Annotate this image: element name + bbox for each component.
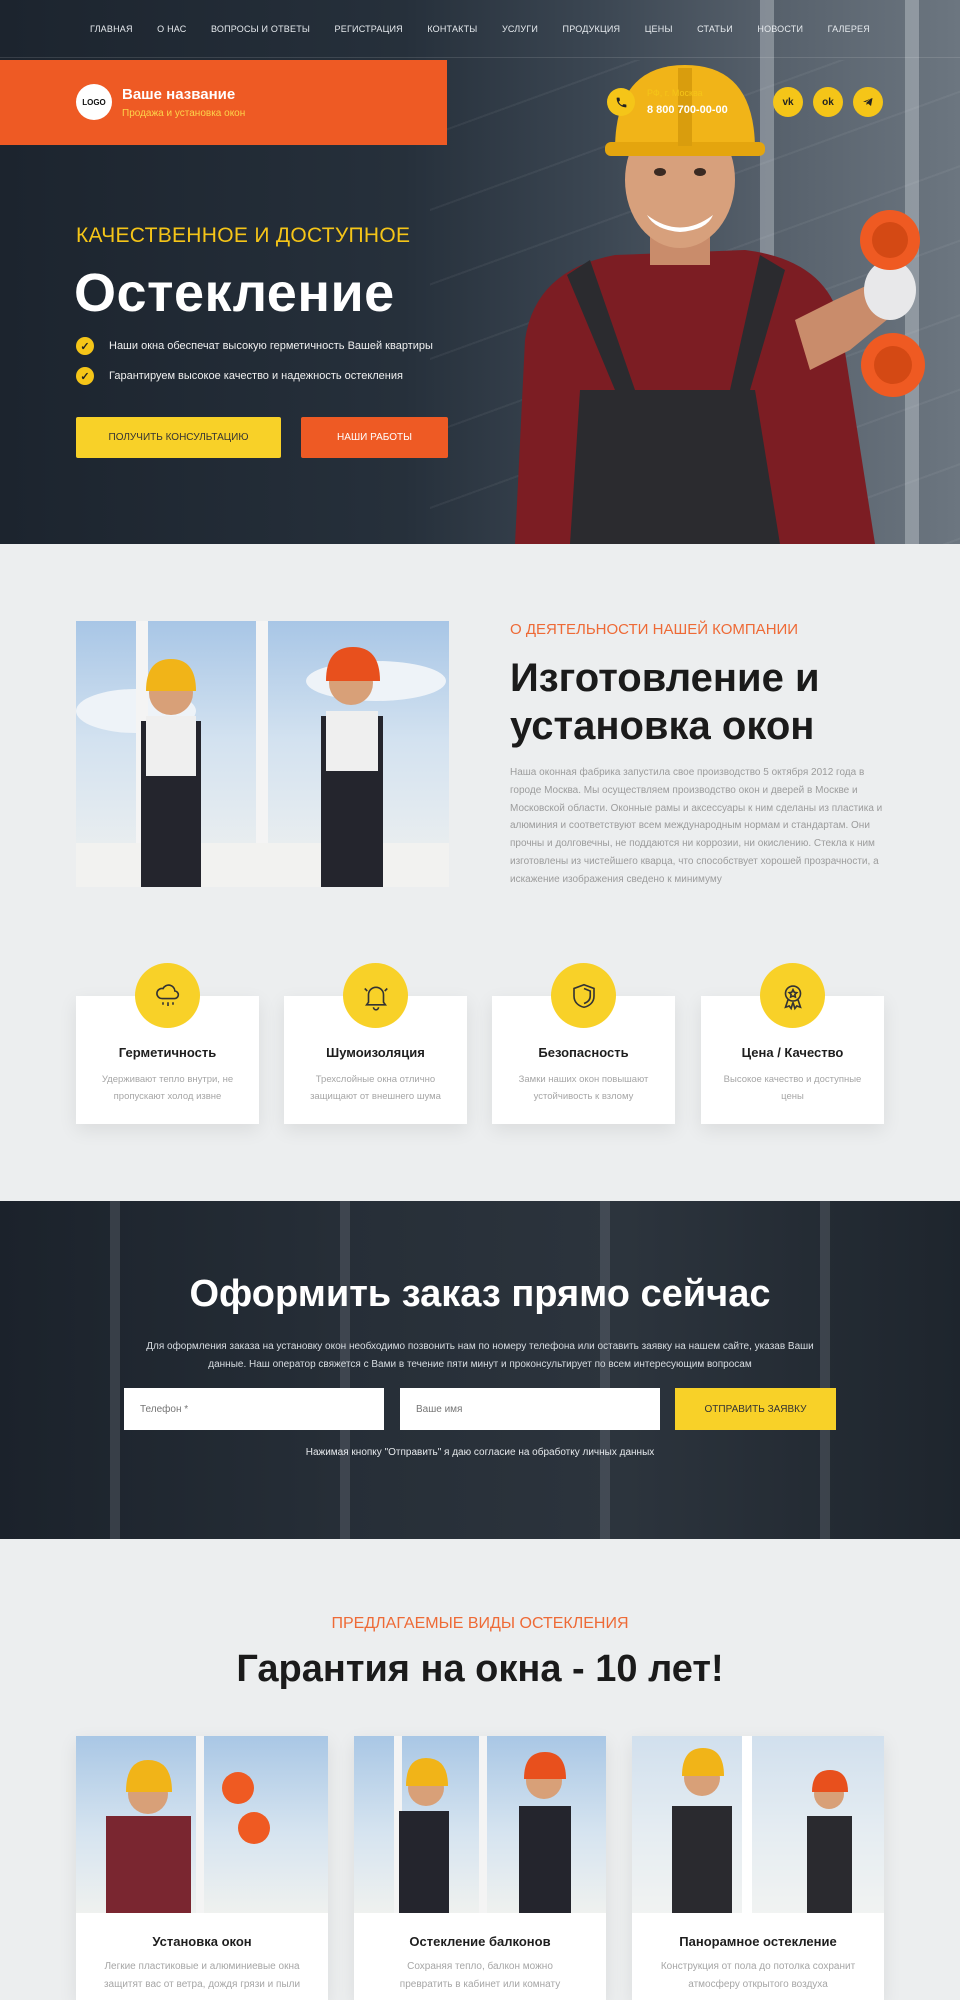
feature-title: Герметичность xyxy=(118,1045,217,1060)
telegram-icon[interactable] xyxy=(853,87,883,117)
worker-photo xyxy=(515,65,925,544)
service-card[interactable]: Установка окон Легкие пластиковые и алюм… xyxy=(76,1736,328,2000)
about-photo xyxy=(76,621,449,887)
service-card[interactable]: Остекление балконов Сохраняя тепло, балк… xyxy=(354,1736,606,2000)
nav-products[interactable]: ПРОДУКЦИЯ xyxy=(563,24,621,34)
check-icon: ✓ xyxy=(76,337,94,355)
service-text: Сохраняя тепло, балкон можно превратить … xyxy=(399,1961,561,1990)
hero-title: Остекление xyxy=(74,263,395,323)
nav-home[interactable]: ГЛАВНАЯ xyxy=(90,24,133,34)
nav-services[interactable]: УСЛУГИ xyxy=(502,24,538,34)
hero-check-item: ✓ Гарантируем высокое качество и надежно… xyxy=(76,367,403,385)
feature-title: Безопасность xyxy=(538,1045,629,1060)
window-frame xyxy=(110,1201,120,1539)
nav-prices[interactable]: ЦЕНЫ xyxy=(645,24,673,34)
hero-kicker: КАЧЕСТВЕННОЕ И ДОСТУПНОЕ xyxy=(76,224,411,247)
brand-name: Ваше название xyxy=(122,86,236,103)
about-title: Изготовление и установка окон xyxy=(510,656,820,748)
main-nav: ГЛАВНАЯ О НАС ВОПРОСЫ И ОТВЕТЫ РЕГИСТРАЦ… xyxy=(0,0,960,58)
feature-text: Трехслойные окна отлично защищают от вне… xyxy=(310,1074,441,1102)
phone-icon xyxy=(607,88,635,116)
nav-contacts[interactable]: КОНТАКТЫ xyxy=(427,24,477,34)
nav-news[interactable]: НОВОСТИ xyxy=(757,24,803,34)
consult-button[interactable]: ПОЛУЧИТЬ КОНСУЛЬТАЦИЮ xyxy=(76,417,281,458)
order-text: Для оформления заказа на установку окон … xyxy=(146,1341,814,1370)
feature-text: Удерживают тепло внутри, не пропускают х… xyxy=(101,1074,234,1102)
hero-check-item: ✓ Наши окна обеспечат высокую герметично… xyxy=(76,337,433,355)
about-text: Наша оконная фабрика запустила свое прои… xyxy=(510,767,883,885)
phone-number[interactable]: 8 800 700-00-00 xyxy=(647,104,728,116)
consent-text: Нажимая кнопку "Отправить" я даю согласи… xyxy=(305,1447,655,1458)
nav-articles[interactable]: СТАТЬИ xyxy=(697,24,733,34)
service-card[interactable]: Панорамное остекление Конструкция от пол… xyxy=(632,1736,884,2000)
service-photo xyxy=(354,1736,606,1913)
feature-text: Высокое качество и доступные цены xyxy=(723,1074,862,1102)
feature-text: Замки наших окон повышают устойчивость к… xyxy=(518,1074,649,1102)
nav-about[interactable]: О НАС xyxy=(157,24,186,34)
name-field[interactable] xyxy=(400,1388,660,1430)
logo[interactable]: LOGO xyxy=(76,84,112,120)
city-label: РФ, г. Москва xyxy=(647,88,703,98)
service-title: Остекление балконов xyxy=(409,1934,551,1949)
glazing-kicker: ПРЕДЛАГАЕМЫЕ ВИДЫ ОСТЕКЛЕНИЯ xyxy=(331,1615,629,1632)
feature-title: Цена / Качество xyxy=(741,1045,844,1060)
glazing-title: Гарантия на окна - 10 лет! xyxy=(236,1648,724,1690)
phone-field[interactable] xyxy=(124,1388,384,1430)
service-title: Установка окон xyxy=(152,1934,252,1949)
nav-faq[interactable]: ВОПРОСЫ И ОТВЕТЫ xyxy=(211,24,310,34)
service-photo xyxy=(76,1736,328,1913)
service-text: Конструкция от пола до потолка сохранит … xyxy=(660,1961,856,1990)
vk-icon[interactable]: vk xyxy=(773,87,803,117)
service-title: Панорамное остекление xyxy=(679,1934,837,1949)
about-kicker: О ДЕЯТЕЛЬНОСТИ НАШЕЙ КОМПАНИИ xyxy=(510,621,799,638)
check-icon: ✓ xyxy=(76,367,94,385)
service-photo xyxy=(632,1736,884,1913)
nav-gallery[interactable]: ГАЛЕРЕЯ xyxy=(828,24,870,34)
service-text: Легкие пластиковые и алюминиевые окна за… xyxy=(103,1961,301,1990)
brand-subtitle: Продажа и установка окон xyxy=(122,108,246,119)
odnoklassniki-icon[interactable]: ok xyxy=(813,87,843,117)
feature-title: Шумоизоляция xyxy=(326,1045,425,1060)
order-title: Оформить заказ прямо сейчас xyxy=(189,1273,771,1315)
our-works-button[interactable]: НАШИ РАБОТЫ xyxy=(301,417,448,458)
award-icon xyxy=(760,963,825,1028)
submit-button[interactable]: ОТПРАВИТЬ ЗАЯВКУ xyxy=(675,1388,836,1430)
cloud-rain-icon xyxy=(135,963,200,1028)
bell-icon xyxy=(343,963,408,1028)
shield-icon xyxy=(551,963,616,1028)
nav-registration[interactable]: РЕГИСТРАЦИЯ xyxy=(335,24,403,34)
